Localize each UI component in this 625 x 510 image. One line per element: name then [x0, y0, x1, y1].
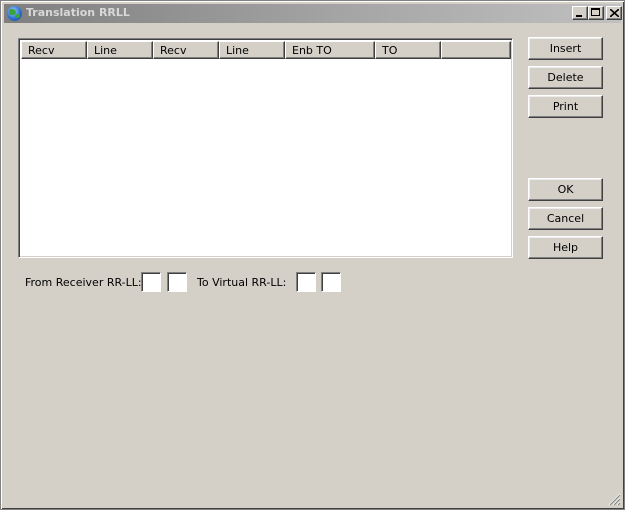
maximize-icon — [591, 8, 600, 16]
cancel-button[interactable]: Cancel — [528, 207, 603, 230]
list-body[interactable] — [21, 59, 510, 255]
globe-icon — [7, 6, 22, 21]
column-header-recv-2[interactable]: Recv — [153, 41, 219, 59]
minimize-icon — [576, 15, 582, 17]
from-receiver-ll-input[interactable] — [167, 272, 187, 292]
help-button[interactable]: Help — [528, 236, 603, 259]
from-receiver-rr-input[interactable] — [141, 272, 161, 292]
insert-button[interactable]: Insert — [528, 37, 603, 60]
delete-button[interactable]: Delete — [528, 66, 603, 89]
ok-button[interactable]: OK — [528, 178, 603, 201]
column-header-recv[interactable]: Recv — [21, 41, 87, 59]
column-header-line[interactable]: Line — [87, 41, 153, 59]
window-title: Translation RRLL — [26, 6, 130, 19]
resize-grip-icon[interactable] — [607, 492, 621, 506]
minimize-button[interactable] — [572, 6, 588, 20]
translation-list[interactable]: Recv Line Recv Line Enb TO TO — [18, 38, 513, 258]
title-bar[interactable]: Translation RRLL — [4, 4, 622, 23]
column-header-line-2[interactable]: Line — [219, 41, 285, 59]
to-virtual-ll-input[interactable] — [321, 272, 341, 292]
translation-window: Translation RRLL Recv Line Recv Line Enb… — [0, 0, 625, 510]
close-icon — [610, 9, 619, 17]
maximize-button[interactable] — [588, 6, 604, 20]
column-header-to[interactable]: TO — [375, 41, 441, 59]
column-header-filler — [441, 41, 511, 59]
print-button[interactable]: Print — [528, 95, 603, 118]
to-virtual-rr-input[interactable] — [296, 272, 316, 292]
close-button[interactable] — [606, 6, 622, 20]
to-virtual-label: To Virtual RR-LL: — [197, 276, 287, 289]
column-header-enb-to[interactable]: Enb TO — [285, 41, 375, 59]
from-receiver-label: From Receiver RR-LL: — [25, 276, 142, 289]
list-header: Recv Line Recv Line Enb TO TO — [21, 41, 511, 59]
